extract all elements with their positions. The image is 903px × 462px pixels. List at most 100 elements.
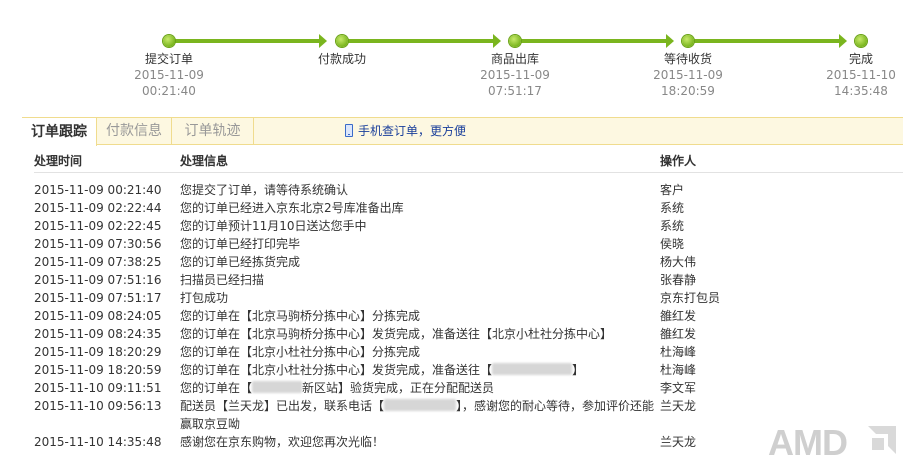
- progress-step-outbound: 商品出库 2015-11-09 07:51:17: [460, 51, 570, 99]
- step-date: 2015-11-10: [826, 68, 896, 82]
- mobile-check-order-link[interactable]: 手机查订单，更方便: [345, 118, 466, 144]
- row-operator: 杜海峰: [660, 363, 697, 377]
- row-info-text: 新区站】验货完成，正在分配配送员: [302, 381, 495, 395]
- row-time: 2015-11-09 02:22:44: [34, 201, 162, 215]
- step-dot-icon: [509, 35, 521, 47]
- step-date: 2015-11-09: [134, 68, 204, 82]
- progress-segment: [174, 34, 327, 48]
- mobile-link-text: 手机查订单，更方便: [358, 124, 467, 138]
- row-time: 2015-11-10 09:11:51: [34, 381, 162, 395]
- step-dot-icon: [336, 35, 348, 47]
- step-name: 完成: [848, 52, 873, 66]
- row-info: 您的订单在【北京小杜社分拣中心】发货完成，准备送往【】: [180, 363, 585, 377]
- row-time: 2015-11-09 07:38:25: [34, 255, 162, 269]
- row-info: 感谢您在京东购物，欢迎您再次光临！: [180, 435, 385, 449]
- row-time: 2015-11-09 08:24:05: [34, 309, 162, 323]
- table-row: 2015-11-09 07:51:17 打包成功 京东打包员: [34, 289, 903, 307]
- row-operator: 雒红发: [660, 309, 697, 323]
- row-info: 您的订单在【北京马驹桥分拣中心】分拣完成: [180, 309, 421, 323]
- step-date: 2015-11-09: [480, 68, 550, 82]
- progress-step-paid: 付款成功: [287, 51, 397, 67]
- row-operator: 京东打包员: [660, 291, 721, 305]
- step-name: 商品出库: [490, 52, 539, 66]
- row-info-text: 您的订单在【: [180, 381, 253, 395]
- row-operator: 客户: [660, 183, 685, 197]
- row-time: 2015-11-09 07:30:56: [34, 237, 162, 251]
- row-info: 您的订单已经拣货完成: [180, 255, 301, 269]
- step-name: 等待收货: [663, 52, 712, 66]
- arrow-right-icon: [839, 34, 847, 48]
- step-name: 提交订单: [144, 52, 193, 66]
- table-row: 2015-11-09 07:51:16 扫描员已经扫描 张春静: [34, 271, 903, 289]
- row-time: 2015-11-09 00:21:40: [34, 183, 162, 197]
- row-time: 2015-11-09 18:20:29: [34, 345, 162, 359]
- table-row: 2015-11-09 18:20:29 您的订单在【北京小杜社分拣中心】分拣完成…: [34, 343, 903, 361]
- progress-segment: [694, 34, 847, 48]
- table-row: 2015-11-09 00:21:40 您提交了订单，请等待系统确认 客户: [34, 181, 903, 199]
- row-time: 2015-11-09 02:22:45: [34, 219, 162, 233]
- order-progress-track: 提交订单 2015-11-09 00:21:40 付款成功 商品出库 2015-…: [0, 0, 903, 110]
- row-info: 您的订单在【北京马驹桥分拣中心】发货完成，准备送往【北京小杜社分拣中心】: [180, 327, 613, 341]
- step-time: 18:20:59: [661, 84, 715, 98]
- row-operator: 系统: [660, 219, 685, 233]
- progress-step-complete: 完成 2015-11-10 14:35:48: [806, 51, 903, 99]
- row-time: 2015-11-09 07:51:17: [34, 291, 162, 305]
- tab-order-tracking[interactable]: 订单跟踪: [22, 117, 97, 146]
- order-tab-bar: 订单跟踪 付款信息 订单轨迹 手机查订单，更方便: [22, 117, 903, 146]
- amd-arrow-mark: [872, 438, 884, 450]
- row-time: 2015-11-09 07:51:16: [34, 273, 162, 287]
- header-divider: [34, 172, 903, 173]
- header-operator: 操作人: [660, 154, 697, 168]
- header-info: 处理信息: [180, 154, 229, 168]
- progress-segment: [348, 34, 501, 48]
- amd-logo-text: AMD: [768, 422, 847, 460]
- arrow-right-icon: [666, 34, 674, 48]
- step-name: 付款成功: [317, 52, 366, 66]
- step-dot-icon: [855, 35, 867, 47]
- row-info: 您的订单已经打印完毕: [180, 237, 301, 251]
- row-info: 打包成功: [180, 291, 229, 305]
- row-info-text: 您的订单在【北京小杜社分拣中心】发货完成，准备送往【: [180, 363, 493, 377]
- table-row: 2015-11-09 07:30:56 您的订单已经打印完毕 侯晓: [34, 235, 903, 253]
- row-operator: 张春静: [660, 273, 697, 287]
- row-operator: 兰天龙: [660, 435, 697, 449]
- row-info: 您的订单已经进入京东北京2号库准备出库: [180, 201, 404, 215]
- header-time: 处理时间: [34, 154, 83, 168]
- row-info: 您的订单预计11月10日送达您手中: [180, 219, 367, 233]
- row-info-text: 配送员【兰天龙】已出发，联系电话【: [180, 399, 385, 413]
- progress-step-awaiting: 等待收货 2015-11-09 18:20:59: [633, 51, 743, 99]
- progress-segment: [521, 34, 674, 48]
- step-time: 07:51:17: [488, 84, 542, 98]
- table-row: 2015-11-09 02:22:45 您的订单预计11月10日送达您手中 系统: [34, 217, 903, 235]
- row-info: 您提交了订单，请等待系统确认: [180, 183, 349, 197]
- table-row: 2015-11-09 18:20:59 您的订单在【北京小杜社分拣中心】发货完成…: [34, 361, 903, 379]
- row-operator: 兰天龙: [660, 399, 697, 413]
- step-time: 14:35:48: [834, 84, 888, 98]
- row-info: 您的订单在【北京小杜社分拣中心】分拣完成: [180, 345, 421, 359]
- log-header-row: 处理时间 处理信息 操作人: [34, 152, 903, 172]
- row-time: 2015-11-09 08:24:35: [34, 327, 162, 341]
- redacted-station-name: [492, 363, 573, 375]
- row-operator: 系统: [660, 201, 685, 215]
- table-row: 2015-11-09 08:24:35 您的订单在【北京马驹桥分拣中心】发货完成…: [34, 325, 903, 343]
- arrow-right-icon: [319, 34, 327, 48]
- step-time: 00:21:40: [142, 84, 196, 98]
- table-row: 2015-11-09 02:22:44 您的订单已经进入京东北京2号库准备出库 …: [34, 199, 903, 217]
- redacted-phone-number: [384, 399, 457, 411]
- row-time: 2015-11-09 18:20:59: [34, 363, 162, 377]
- progress-step-submit: 提交订单 2015-11-09 00:21:40: [114, 51, 224, 99]
- mobile-phone-icon: [345, 124, 353, 137]
- row-operator: 杜海峰: [660, 345, 697, 359]
- table-row: 2015-11-09 07:38:25 您的订单已经拣货完成 杨大伟: [34, 253, 903, 271]
- row-operator: 雒红发: [660, 327, 697, 341]
- step-date: 2015-11-09: [653, 68, 723, 82]
- tab-payment-info[interactable]: 付款信息: [97, 117, 172, 145]
- arrow-right-icon: [493, 34, 501, 48]
- row-info: 您的订单在【 新区站】验货完成，正在分配配送员: [180, 379, 658, 397]
- tab-order-trajectory[interactable]: 订单轨迹: [172, 117, 254, 145]
- row-operator: 杨大伟: [660, 255, 697, 269]
- table-row: 2015-11-09 08:24:05 您的订单在【北京马驹桥分拣中心】分拣完成…: [34, 307, 903, 325]
- order-tracking-log: 处理时间 处理信息 操作人 2015-11-09 00:21:40 您提交了订单…: [34, 152, 903, 451]
- row-info: 配送员【兰天龙】已出发，联系电话【 】，感谢您的耐心等待，参加评价还能赢取京豆呦: [180, 397, 658, 433]
- row-time: 2015-11-10 14:35:48: [34, 435, 162, 449]
